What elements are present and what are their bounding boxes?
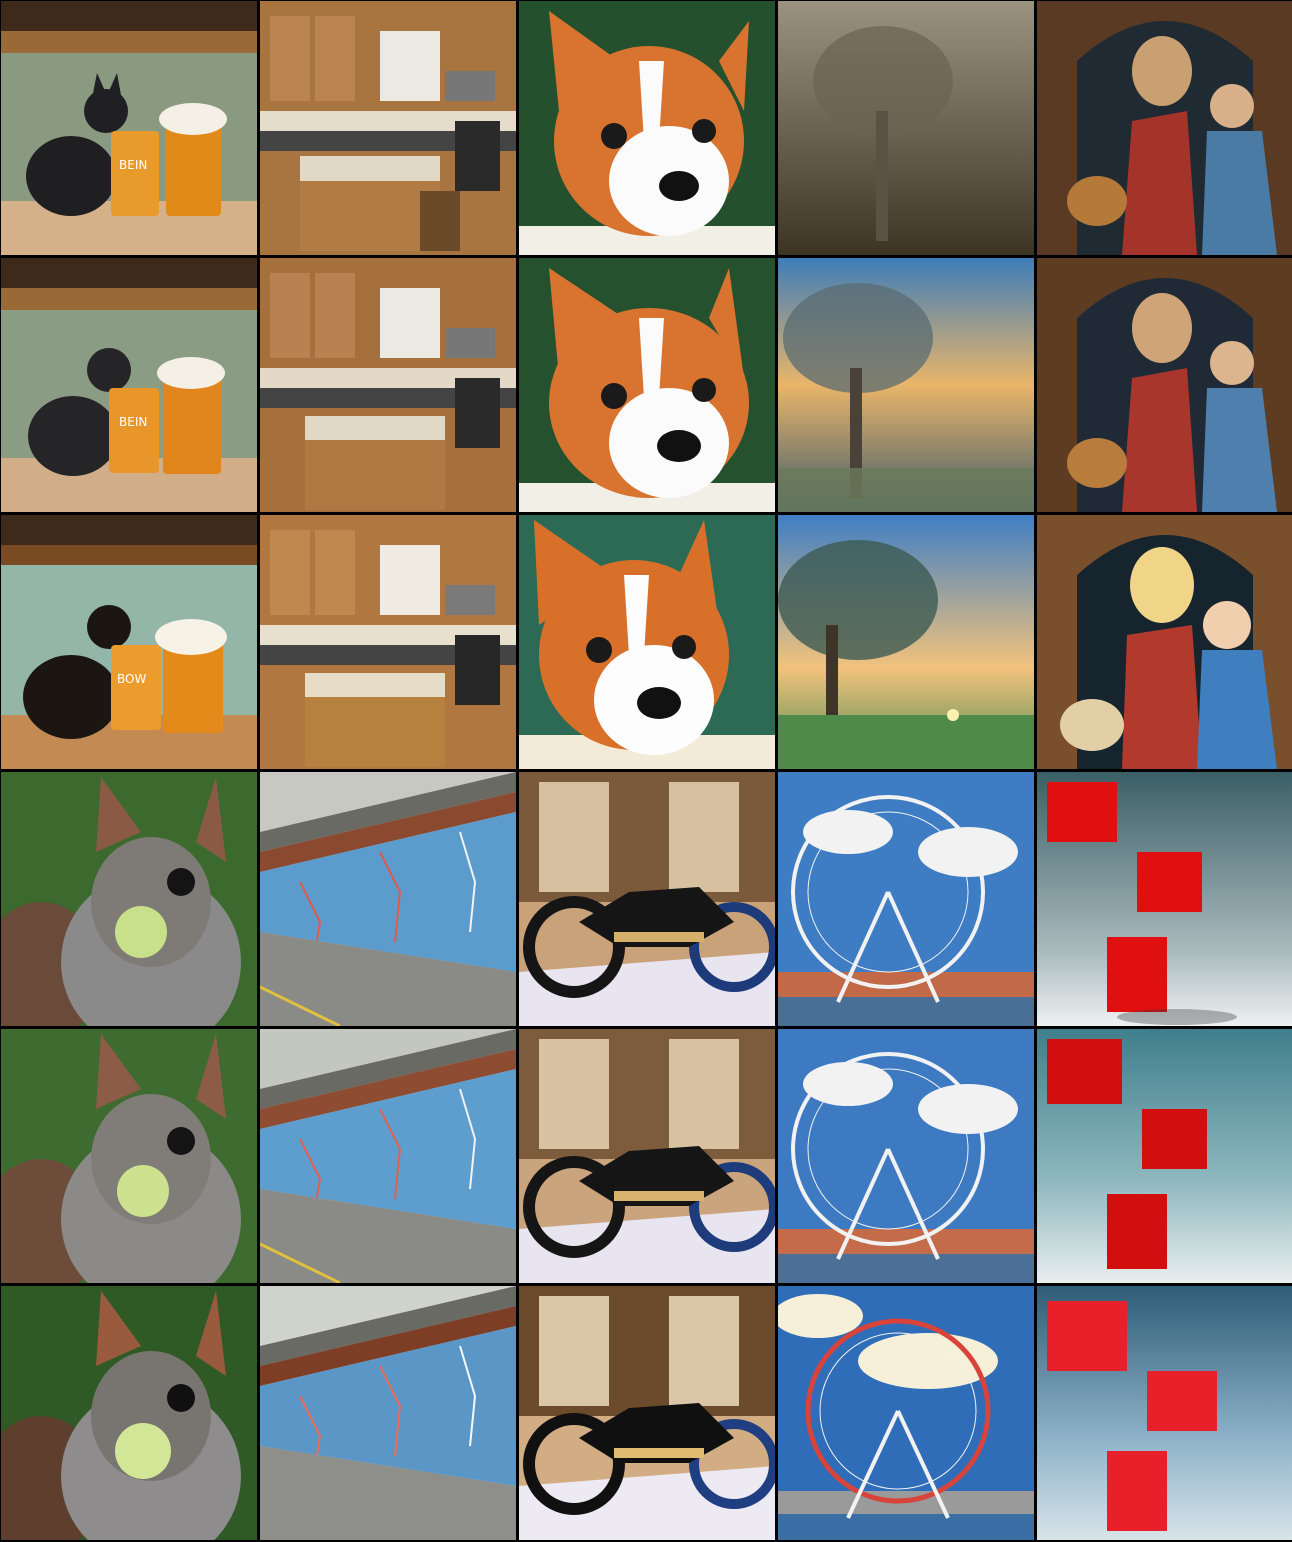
tile-cat-beer-original: BEIN	[1, 1, 257, 255]
image-grid: BEIN BEIN BOW	[0, 0, 1292, 1542]
tile-corgi-original	[519, 1, 775, 255]
tile-ferris-wheel-original	[778, 772, 1034, 1026]
red-cubes-icon	[1037, 1286, 1292, 1540]
tile-motorcycle-original	[519, 772, 775, 1026]
tile-kitchen-stylized	[260, 515, 516, 769]
mural-wall-icon	[260, 1286, 516, 1540]
corgi-icon	[519, 258, 775, 512]
kitchen-icon	[260, 1, 516, 255]
red-cubes-icon	[1037, 1029, 1292, 1283]
tile-cat-beer-reconstruction: BEIN	[1, 258, 257, 512]
cat-beer-icon: BOW	[1, 515, 257, 769]
kitchen-icon	[260, 515, 516, 769]
red-cubes-icon	[1037, 772, 1292, 1026]
tile-kitchen-reconstruction	[260, 258, 516, 512]
tile-tree-reconstruction	[778, 258, 1034, 512]
squirrel-icon	[1, 1286, 257, 1540]
cat-beer-icon: BEIN	[1, 258, 257, 512]
tile-painting-original	[1037, 1, 1292, 255]
tile-ferris-wheel-reconstruction	[778, 1029, 1034, 1283]
tile-squirrel-reconstruction	[1, 1029, 257, 1283]
tile-red-cubes-original	[1037, 772, 1292, 1026]
tree-icon	[778, 1, 1034, 255]
svg-text:BEIN: BEIN	[119, 415, 147, 429]
tile-red-cubes-reconstruction	[1037, 1029, 1292, 1283]
motorcycle-icon	[519, 772, 775, 1026]
mural-wall-icon	[260, 772, 516, 1026]
svg-text:BEIN: BEIN	[119, 158, 147, 172]
tile-kitchen-original	[260, 1, 516, 255]
tree-icon	[778, 515, 1034, 769]
tile-mural-wall-reconstruction	[260, 1029, 516, 1283]
ferris-wheel-icon	[778, 772, 1034, 1026]
motorcycle-icon	[519, 1029, 775, 1283]
ferris-wheel-icon	[778, 1029, 1034, 1283]
tile-squirrel-stylized	[1, 1286, 257, 1540]
painting-icon	[1037, 258, 1292, 512]
corgi-icon	[519, 1, 775, 255]
painting-icon	[1037, 1, 1292, 255]
cat-beer-icon: BEIN	[1, 1, 257, 255]
tile-red-cubes-stylized	[1037, 1286, 1292, 1540]
squirrel-icon	[1, 1029, 257, 1283]
svg-text:BOW: BOW	[117, 672, 146, 686]
mural-wall-icon	[260, 1029, 516, 1283]
tile-mural-wall-stylized	[260, 1286, 516, 1540]
tile-corgi-stylized	[519, 515, 775, 769]
tile-corgi-reconstruction	[519, 258, 775, 512]
tile-cat-beer-stylized: BOW	[1, 515, 257, 769]
tree-icon	[778, 258, 1034, 512]
painting-icon	[1037, 515, 1292, 769]
motorcycle-icon	[519, 1286, 775, 1540]
tile-motorcycle-reconstruction	[519, 1029, 775, 1283]
tile-tree-original	[778, 1, 1034, 255]
tile-motorcycle-stylized	[519, 1286, 775, 1540]
tile-tree-stylized	[778, 515, 1034, 769]
tile-ferris-wheel-stylized	[778, 1286, 1034, 1540]
tile-squirrel-original	[1, 772, 257, 1026]
squirrel-icon	[1, 772, 257, 1026]
tile-painting-stylized	[1037, 515, 1292, 769]
tile-mural-wall-original	[260, 772, 516, 1026]
kitchen-icon	[260, 258, 516, 512]
ferris-wheel-icon	[778, 1286, 1034, 1540]
corgi-icon	[519, 515, 775, 769]
tile-painting-reconstruction	[1037, 258, 1292, 512]
